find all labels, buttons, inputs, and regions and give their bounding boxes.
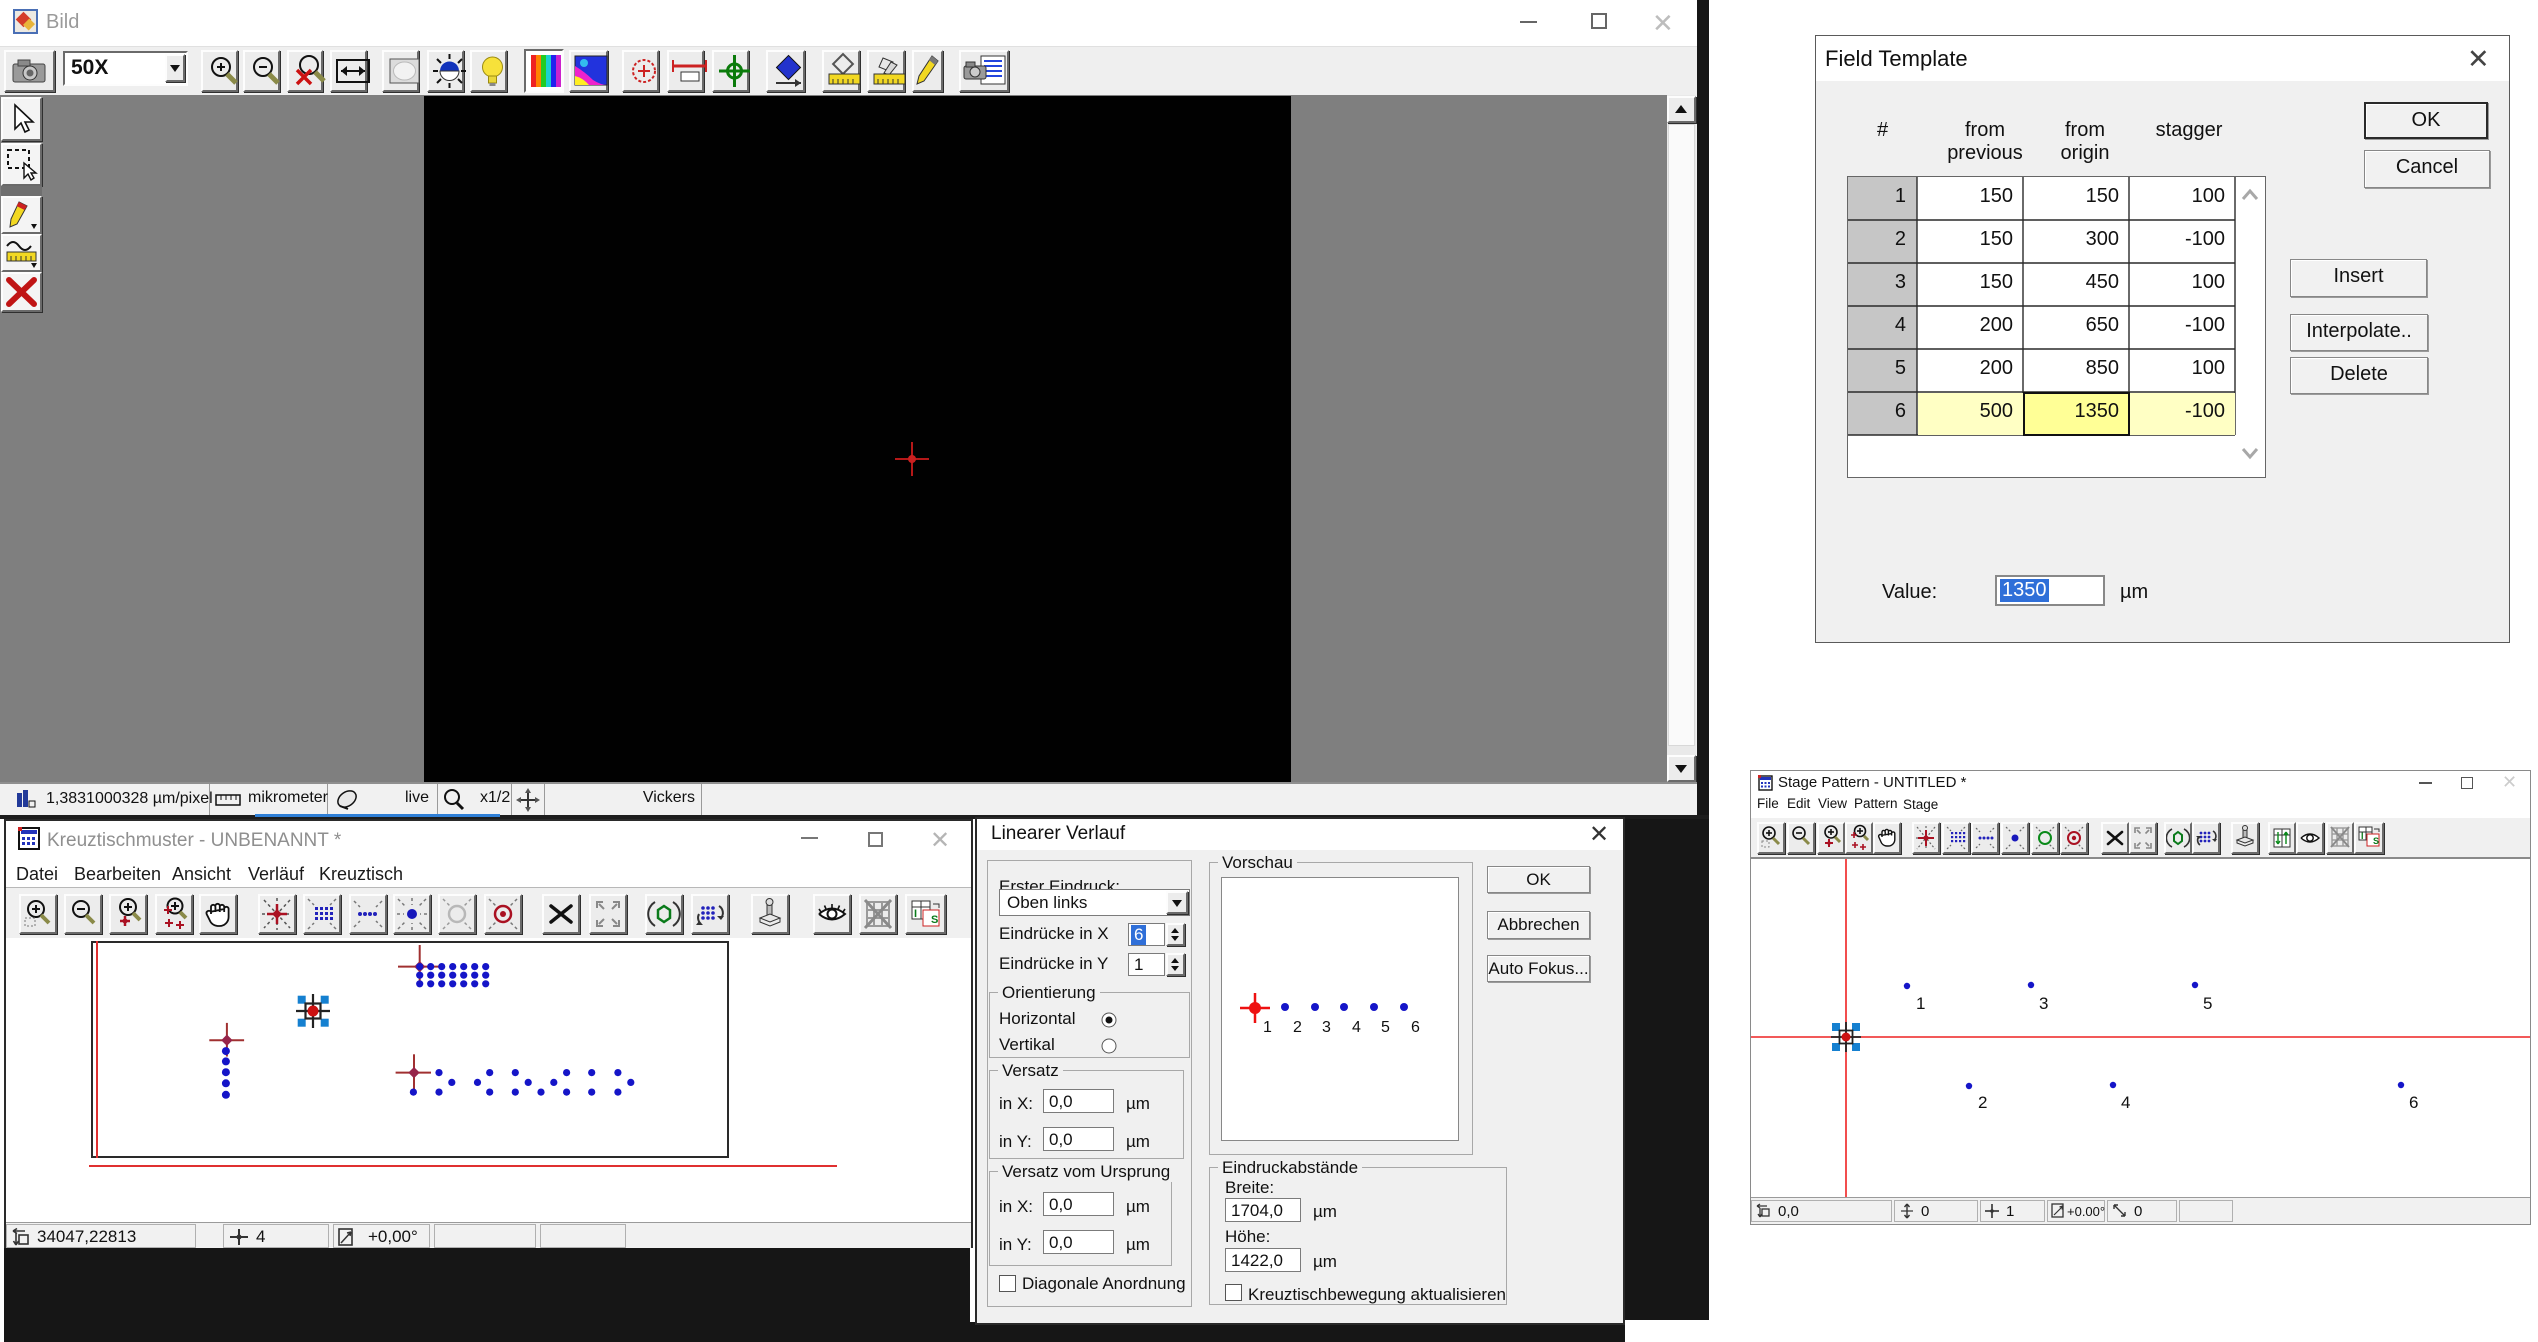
svg-text:4: 4 (2121, 1093, 2130, 1112)
svg-text:6: 6 (1411, 1019, 1420, 1036)
svg-text:S: S (2373, 836, 2379, 846)
svg-text:1: 1 (1263, 1019, 1272, 1036)
svg-text:3: 3 (2039, 994, 2048, 1013)
svg-text:I: I (2361, 831, 2364, 841)
svg-text:3: 3 (1322, 1019, 1331, 1036)
svg-text:4: 4 (1352, 1019, 1361, 1036)
svg-text:1: 1 (1916, 994, 1925, 1013)
svg-text:5: 5 (1381, 1019, 1390, 1036)
svg-text:2: 2 (1293, 1019, 1302, 1036)
svg-text:5: 5 (2203, 994, 2212, 1013)
svg-text:2: 2 (1978, 1093, 1987, 1112)
svg-text:6: 6 (2409, 1093, 2418, 1112)
